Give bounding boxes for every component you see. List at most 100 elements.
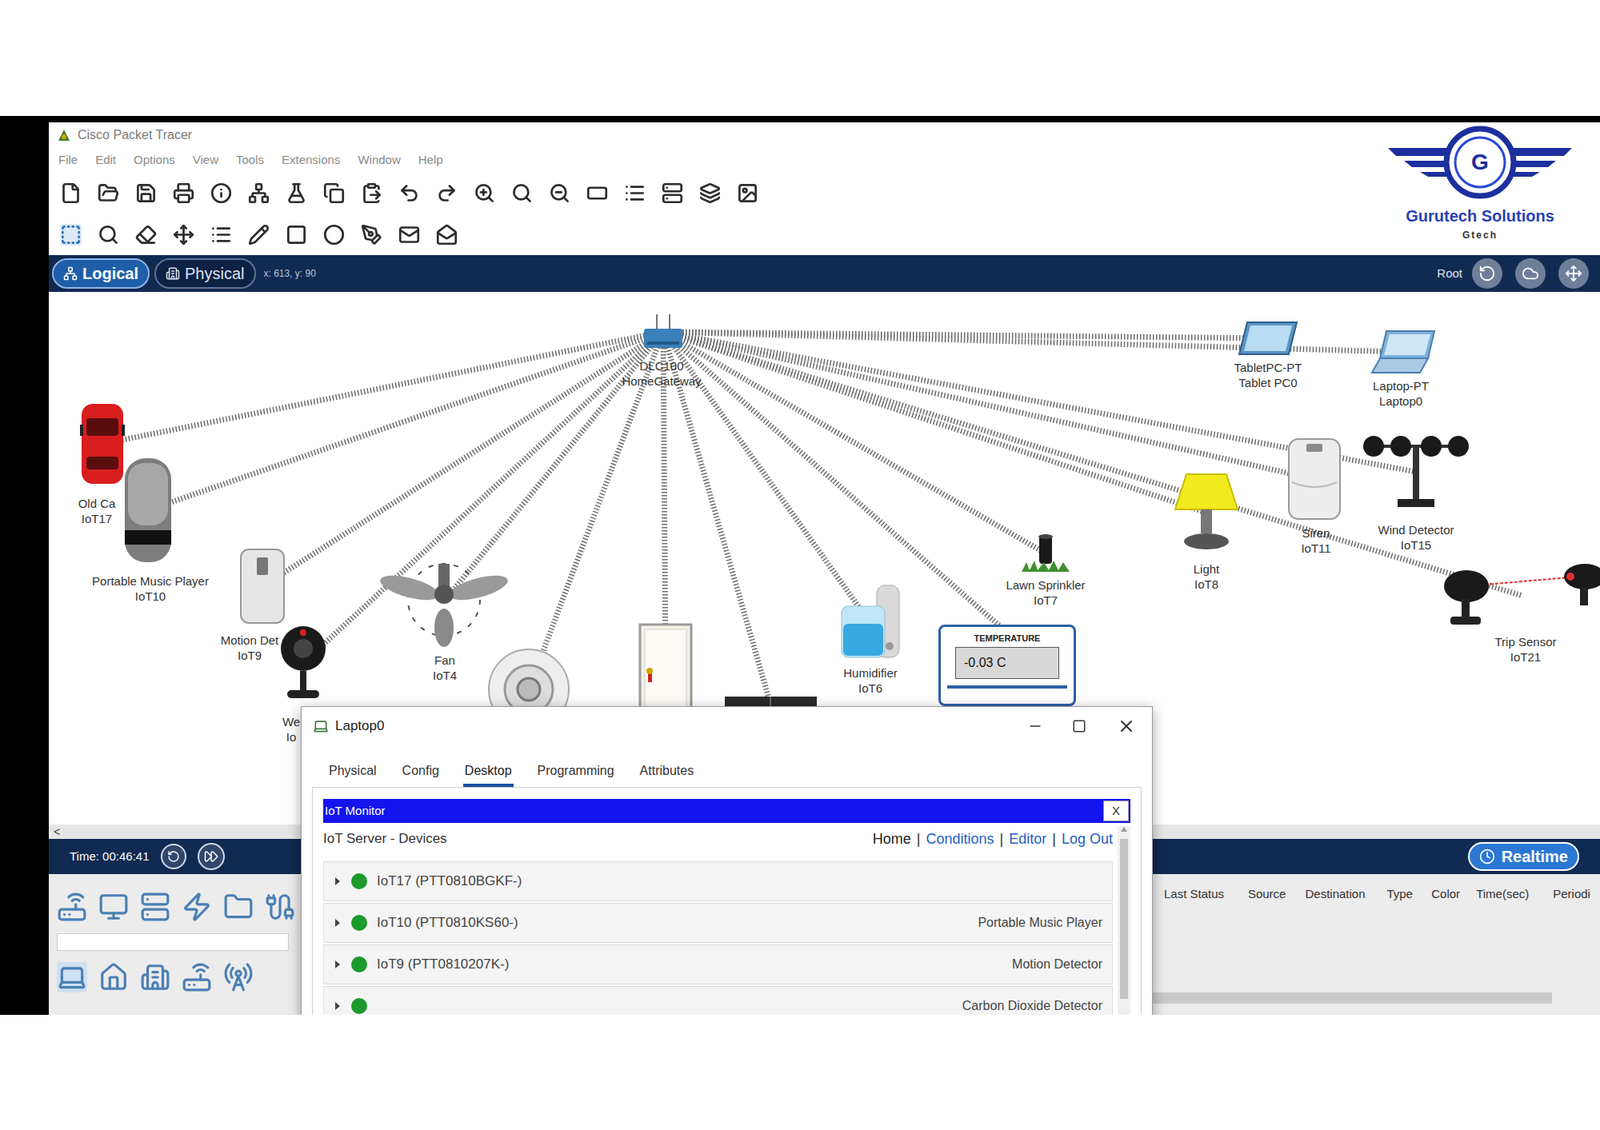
- laptop-tab[interactable]: Physical: [327, 761, 379, 788]
- device-subcategory-icon[interactable]: [140, 962, 171, 993]
- device-subcategory-icon[interactable]: [223, 962, 254, 993]
- expand-icon[interactable]: [333, 918, 342, 928]
- column-header[interactable]: Source: [1248, 885, 1306, 904]
- device-node[interactable]: [638, 623, 693, 713]
- home-gateway-icon[interactable]: [640, 312, 686, 352]
- humidifier-icon[interactable]: [836, 582, 904, 663]
- column-header[interactable]: Periodi: [1552, 885, 1600, 904]
- undo-icon[interactable]: [398, 182, 420, 204]
- menu-item[interactable]: Window: [357, 151, 400, 170]
- device-node[interactable]: [377, 556, 511, 648]
- siren-icon[interactable]: [1284, 436, 1345, 523]
- vertical-scrollbar[interactable]: [1117, 826, 1131, 1016]
- minimize-icon[interactable]: [1027, 718, 1044, 735]
- cluster-icon[interactable]: [661, 182, 684, 204]
- device-subcategory-icon[interactable]: [181, 962, 212, 993]
- menu-item[interactable]: View: [192, 151, 219, 170]
- zoom-out-icon[interactable]: [548, 182, 571, 204]
- workspace-tab[interactable]: Physical: [154, 258, 256, 289]
- expand-icon[interactable]: [333, 960, 342, 970]
- webcam-icon[interactable]: [277, 623, 329, 704]
- screenshot-icon[interactable]: [736, 182, 759, 204]
- print-icon[interactable]: [172, 182, 195, 204]
- door-icon[interactable]: [638, 623, 693, 713]
- line-icon[interactable]: [248, 224, 270, 246]
- simple-pdu-icon[interactable]: [398, 224, 420, 246]
- ellipse-icon[interactable]: [323, 224, 345, 246]
- device-row[interactable]: IoT9 (PTT0810207K-)Motion Detector: [323, 944, 1113, 985]
- device-node[interactable]: [1370, 329, 1437, 376]
- scroll-left-button[interactable]: <: [53, 825, 60, 839]
- menu-item[interactable]: File: [58, 151, 78, 170]
- fast-forward-button[interactable]: [197, 843, 225, 871]
- motion-detector-icon[interactable]: [234, 546, 291, 627]
- device-node[interactable]: [1237, 320, 1299, 356]
- device-row[interactable]: Carbon Dioxide Detector: [323, 986, 1113, 1016]
- laptop-icon[interactable]: [1370, 329, 1437, 376]
- freeform-icon[interactable]: [360, 224, 383, 246]
- device-node[interactable]: [120, 456, 176, 564]
- temperature-monitor[interactable]: TEMPERATURE-0.03 C: [938, 624, 1076, 707]
- select-icon[interactable]: [60, 224, 82, 246]
- expand-icon[interactable]: [333, 1001, 342, 1012]
- zoom-in-icon[interactable]: [473, 182, 496, 204]
- nav-link[interactable]: Editor: [1008, 828, 1047, 851]
- nav-link[interactable]: Conditions: [925, 828, 994, 851]
- device-category-icon[interactable]: [98, 892, 129, 923]
- device-node[interactable]: [1284, 436, 1345, 523]
- menu-item[interactable]: Help: [418, 151, 444, 170]
- menu-item[interactable]: Tools: [236, 151, 264, 170]
- laptop-window[interactable]: Laptop0PhysicalConfigDesktopProgrammingA…: [300, 706, 1153, 1016]
- laptop-tab[interactable]: Desktop: [463, 761, 514, 788]
- maximize-icon[interactable]: [1072, 719, 1087, 734]
- laptop-tab[interactable]: Programming: [536, 761, 616, 788]
- inspect-icon[interactable]: [97, 224, 120, 246]
- column-header[interactable]: Last Status: [1164, 885, 1248, 904]
- device-node[interactable]: [640, 312, 686, 352]
- workspace-tab[interactable]: Logical: [52, 258, 150, 289]
- open-icon[interactable]: [97, 182, 120, 204]
- menu-item[interactable]: Extensions: [281, 151, 340, 170]
- device-node[interactable]: [234, 546, 291, 627]
- delete-icon[interactable]: [135, 224, 157, 246]
- device-subcategory-icon[interactable]: [98, 962, 129, 993]
- laptop-tab[interactable]: Config: [400, 761, 441, 788]
- workspace-button[interactable]: [1472, 258, 1503, 289]
- custom-device-icon[interactable]: [624, 182, 646, 204]
- info-icon[interactable]: [210, 182, 232, 204]
- event-scrollbar[interactable]: [1104, 992, 1552, 1004]
- scroll-up-icon[interactable]: [1120, 826, 1128, 833]
- column-header[interactable]: Type: [1386, 885, 1432, 904]
- paste-icon[interactable]: [360, 182, 383, 204]
- device-category-icon[interactable]: [56, 892, 88, 923]
- scroll-thumb[interactable]: [1120, 839, 1128, 1000]
- device-row[interactable]: IoT10 (PTT0810KS60-)Portable Music Playe…: [323, 903, 1113, 944]
- device-node[interactable]: [1020, 533, 1072, 574]
- nav-link[interactable]: Home: [872, 828, 912, 851]
- redo-icon[interactable]: [436, 182, 458, 204]
- workspace-button[interactable]: [1515, 258, 1546, 289]
- menu-item[interactable]: Edit: [95, 151, 116, 170]
- device-category-icon[interactable]: [264, 892, 296, 923]
- device-category-icon[interactable]: [223, 892, 254, 923]
- device-category-icon[interactable]: [140, 892, 171, 923]
- lawn-sprinkler-icon[interactable]: [1020, 533, 1072, 574]
- note-icon[interactable]: [210, 224, 232, 246]
- rectangle-icon[interactable]: [285, 224, 308, 246]
- activity-icon[interactable]: [285, 182, 308, 204]
- column-header[interactable]: Time(sec): [1476, 885, 1553, 904]
- zoom-reset-icon[interactable]: [511, 182, 533, 204]
- column-header[interactable]: Destination: [1304, 885, 1387, 904]
- save-icon[interactable]: [135, 182, 157, 204]
- light-icon[interactable]: [1170, 469, 1243, 556]
- device-node[interactable]: [76, 400, 128, 488]
- device-node[interactable]: [277, 623, 329, 704]
- power-cycle-button[interactable]: [160, 844, 187, 870]
- resize-icon[interactable]: [172, 224, 195, 246]
- device-node[interactable]: [1442, 564, 1600, 628]
- expand-icon[interactable]: [333, 876, 342, 887]
- new-icon[interactable]: [60, 182, 82, 204]
- device-node[interactable]: [836, 582, 904, 663]
- wind-detector-icon[interactable]: [1362, 433, 1470, 511]
- menu-item[interactable]: Options: [133, 151, 176, 170]
